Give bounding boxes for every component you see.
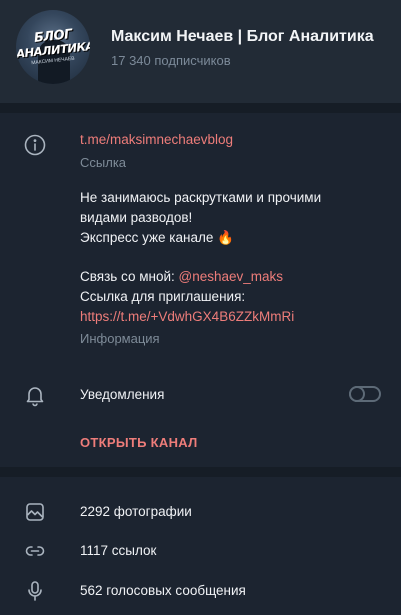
media-links[interactable]: 1117 ссылок: [80, 543, 156, 558]
invite-link[interactable]: https://t.me/+VdwhGX4B6ZZkMmRi: [80, 307, 294, 327]
contact-line: Связь со мной: @neshaev_maks: [80, 267, 294, 287]
contact-prefix: Связь со мной:: [80, 269, 179, 284]
invite-label: Ссылка для приглашения:: [80, 289, 246, 304]
contact-handle-link[interactable]: @neshaev_maks: [179, 269, 284, 284]
photo-icon: [23, 500, 47, 524]
media-voice[interactable]: 562 голосовых сообщения: [80, 583, 246, 598]
notifications-label: Уведомления: [80, 387, 165, 402]
notifications-toggle[interactable]: [349, 386, 381, 402]
description-line-2: видами разводов!: [80, 210, 193, 225]
fire-emoji: 🔥: [217, 230, 234, 245]
open-channel-button[interactable]: ОТКРЫТЬ КАНАЛ: [80, 435, 198, 450]
channel-link[interactable]: t.me/maksimnechaevblog: [80, 132, 233, 147]
contact-block: Связь со мной: @neshaev_maks Ссылка для …: [80, 267, 294, 327]
link-label: Ссылка: [80, 155, 127, 170]
section-divider: [0, 103, 401, 113]
description-line-1: Не занимаюсь раскрутками и прочими: [80, 190, 322, 205]
channel-avatar[interactable]: БЛОГ АНАЛИТИКА МАКСИМ НЕЧАЕВ: [16, 10, 90, 84]
subscriber-count: 17 340 подписчиков: [111, 53, 231, 68]
description-line-3-text: Экспресс уже канале: [80, 230, 214, 245]
channel-title: Максим Нечаев | Блог Аналитика: [111, 28, 374, 45]
bell-icon: [23, 383, 47, 407]
info-icon: [23, 133, 47, 157]
section-divider: [0, 467, 401, 477]
toggle-knob: [349, 386, 365, 402]
description-line-3: Экспресс уже канале 🔥: [80, 228, 321, 248]
channel-description: Не занимаюсь раскрутками и прочими видам…: [80, 188, 321, 248]
media-photos[interactable]: 2292 фотографии: [80, 504, 192, 519]
microphone-icon: [23, 579, 47, 603]
info-label: Информация: [80, 331, 160, 346]
channel-header: БЛОГ АНАЛИТИКА МАКСИМ НЕЧАЕВ Максим Неча…: [0, 0, 401, 103]
link-icon: [23, 539, 47, 563]
